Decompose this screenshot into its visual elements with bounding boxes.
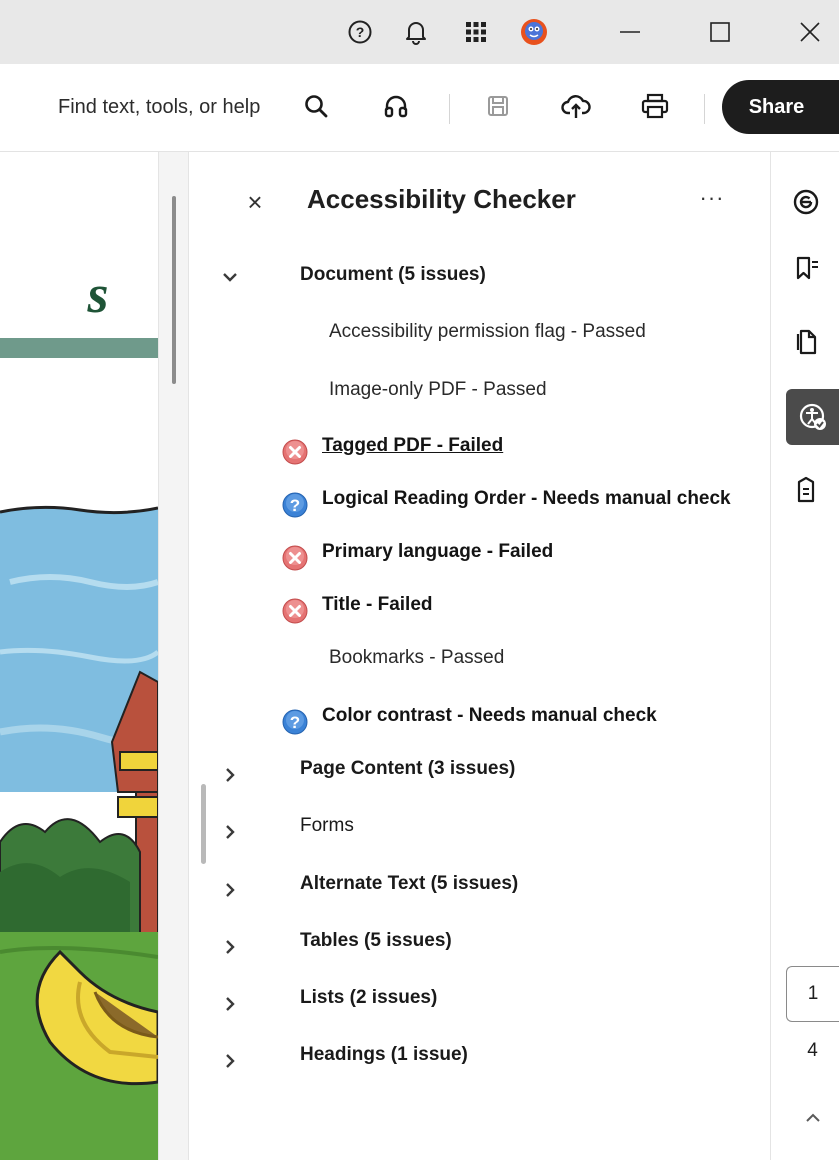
document-page-image: s — [0, 152, 162, 1160]
svg-text:?: ? — [290, 713, 300, 732]
section-label: Headings (1 issue) — [300, 1044, 468, 1065]
toolbar-divider — [704, 94, 705, 124]
headphones-icon[interactable] — [378, 88, 414, 124]
manual-check-icon: ? — [282, 492, 308, 518]
comment-icon[interactable] — [786, 182, 826, 222]
title-bar: ? — [0, 0, 839, 64]
panel-scrollbar-thumb[interactable] — [201, 784, 206, 864]
chevron-up-icon[interactable] — [802, 1110, 824, 1126]
print-icon[interactable] — [637, 88, 673, 124]
check-item[interactable]: Bookmarks - Passed — [189, 640, 772, 680]
close-window-icon[interactable] — [792, 14, 828, 50]
section-lists[interactable]: Lists (2 issues) — [189, 981, 772, 1021]
check-item[interactable]: ? Color contrast - Needs manual check — [189, 698, 772, 738]
chevron-right-icon — [226, 997, 235, 1011]
document-scrollbar[interactable] — [158, 152, 188, 1160]
bookmarks-icon[interactable] — [786, 248, 826, 288]
chevron-down-icon — [223, 273, 237, 282]
pages-icon[interactable] — [786, 322, 826, 362]
document-tag-icon[interactable] — [786, 470, 826, 510]
minimize-icon[interactable] — [612, 14, 648, 50]
section-label: Tables (5 issues) — [300, 930, 452, 951]
avatar-icon[interactable] — [516, 14, 552, 50]
chevron-right-icon — [226, 883, 235, 897]
panel-title: Accessibility Checker — [307, 184, 576, 214]
search-icon[interactable] — [298, 88, 334, 124]
accessibility-icon[interactable] — [786, 389, 839, 445]
toolbar-divider — [449, 94, 450, 124]
section-label: Forms — [300, 815, 354, 836]
check-item-label[interactable]: Tagged PDF - Failed — [322, 435, 503, 457]
chevron-right-icon — [226, 768, 235, 782]
svg-text:?: ? — [290, 496, 300, 515]
svg-text:?: ? — [356, 24, 365, 40]
check-item-label: Logical Reading Order - Needs manual che… — [322, 488, 731, 509]
section-alternate-text[interactable]: Alternate Text (5 issues) — [189, 867, 772, 907]
share-button[interactable]: Share — [722, 80, 839, 134]
failed-icon — [282, 545, 308, 571]
document-scrollbar-thumb[interactable] — [172, 196, 176, 384]
close-panel-button[interactable]: × — [241, 188, 269, 216]
help-icon[interactable]: ? — [342, 14, 378, 50]
check-item[interactable]: Primary language - Failed — [189, 534, 772, 574]
more-options-button[interactable]: ··· — [697, 186, 727, 210]
section-tables[interactable]: Tables (5 issues) — [189, 924, 772, 964]
apps-grid-icon[interactable] — [458, 14, 494, 50]
check-item[interactable]: ? Logical Reading Order - Needs manual c… — [189, 481, 772, 521]
chevron-right-icon — [226, 825, 235, 839]
check-item[interactable]: Accessibility permission flag - Passed — [189, 314, 772, 354]
maximize-icon[interactable] — [702, 14, 738, 50]
check-item-label: Primary language - Failed — [322, 541, 554, 562]
failed-icon — [282, 598, 308, 624]
section-label: Lists (2 issues) — [300, 987, 438, 1008]
check-item-label: Bookmarks - Passed — [329, 647, 505, 668]
check-item-label: Title - Failed — [322, 594, 433, 615]
failed-icon — [282, 439, 308, 465]
current-page-field[interactable]: 1 — [786, 966, 839, 1022]
section-forms[interactable]: Forms — [189, 809, 772, 849]
chevron-right-icon — [226, 940, 235, 954]
section-label: Document (5 issues) — [300, 264, 486, 285]
check-item[interactable]: Image-only PDF - Passed — [189, 372, 772, 412]
check-item[interactable]: Tagged PDF - Failed — [189, 428, 772, 468]
section-headings[interactable]: Headings (1 issue) — [189, 1038, 772, 1078]
bell-icon[interactable] — [398, 14, 434, 50]
check-item-label: Color contrast - Needs manual check — [322, 705, 657, 726]
save-icon[interactable] — [480, 88, 516, 124]
toolbar: Find text, tools, or help Share — [0, 64, 839, 152]
search-field[interactable]: Find text, tools, or help — [58, 96, 260, 119]
section-document[interactable]: Document (5 issues) — [189, 256, 772, 296]
check-item[interactable]: Title - Failed — [189, 587, 772, 627]
section-label: Page Content (3 issues) — [300, 758, 516, 779]
total-pages: 4 — [807, 1040, 818, 1061]
accessibility-checker-panel: × Accessibility Checker ··· Document (5 … — [188, 152, 771, 1160]
upload-cloud-icon[interactable] — [558, 88, 594, 124]
section-label: Alternate Text (5 issues) — [300, 873, 519, 894]
check-item-label: Image-only PDF - Passed — [329, 379, 547, 400]
document-preview[interactable]: s — [0, 152, 188, 1160]
section-page-content[interactable]: Page Content (3 issues) — [189, 752, 772, 792]
manual-check-icon: ? — [282, 709, 308, 735]
svg-text:s: s — [86, 264, 108, 324]
right-rail: 1 4 — [772, 152, 839, 1160]
check-item-label: Accessibility permission flag - Passed — [329, 321, 646, 342]
chevron-right-icon — [226, 1054, 235, 1068]
